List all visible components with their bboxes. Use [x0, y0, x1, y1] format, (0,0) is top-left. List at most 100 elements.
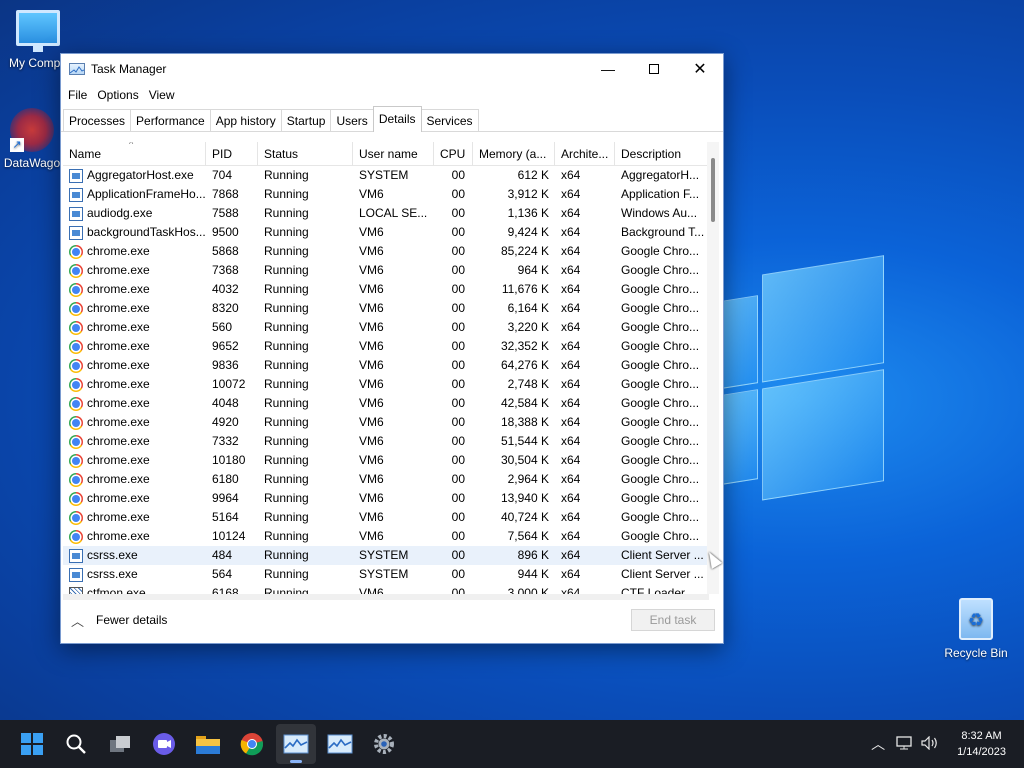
file-explorer-button[interactable]	[188, 724, 228, 764]
chrome-icon	[69, 282, 83, 297]
name-cell: backgroundTaskHos...	[63, 223, 206, 242]
status-cell: Running	[264, 510, 309, 524]
tab-details[interactable]: Details	[372, 106, 422, 132]
table-row[interactable]: audiodg.exe 7588 Running LOCAL SE... 00 1,136…	[63, 204, 719, 223]
tab-startup[interactable]: Startup	[280, 109, 332, 131]
architecture-cell: x64	[561, 168, 581, 182]
task-manager-taskbar-button[interactable]	[276, 724, 316, 764]
scrollbar-thumb[interactable]	[711, 158, 715, 222]
chrome-button[interactable]	[232, 724, 272, 764]
process-name: chrome.exe	[87, 529, 150, 543]
table-row[interactable]: chrome.exe 8320 Running VM6 00 6,164 K x64 Goog…	[63, 299, 719, 318]
table-row[interactable]: chrome.exe 9652 Running VM6 00 32,352 K x64 Goo…	[63, 337, 719, 356]
architecture-cell: x64	[561, 567, 581, 581]
title-bar[interactable]: Task Manager — ✕	[61, 54, 723, 84]
chat-button[interactable]	[144, 724, 184, 764]
desktop-icon-recycle-bin[interactable]: Recycle Bin	[938, 598, 1014, 660]
close-button[interactable]: ✕	[677, 54, 723, 84]
chrome-icon	[240, 733, 264, 756]
memory-cell: 7,564 K	[507, 529, 549, 543]
network-icon[interactable]	[891, 735, 917, 753]
status-cell: Running	[264, 567, 309, 581]
cpu-cell: 00	[451, 472, 465, 486]
menu-file[interactable]: File	[63, 88, 92, 102]
status-cell: Running	[264, 339, 309, 353]
task-manager-icon	[69, 63, 85, 75]
table-row[interactable]: chrome.exe 4048 Running VM6 00 42,584 K x64 Goo…	[63, 394, 719, 413]
minimize-button[interactable]: —	[585, 54, 631, 84]
pid-cell: 7332	[212, 434, 239, 448]
table-row[interactable]: chrome.exe 5868 Running VM6 00 85,224 K x64 Goo…	[63, 242, 719, 261]
process-name: chrome.exe	[87, 415, 150, 429]
name-cell: chrome.exe	[63, 489, 206, 508]
process-name: chrome.exe	[87, 358, 150, 372]
table-row[interactable]: chrome.exe 4920 Running VM6 00 18,388 K x64 Goo…	[63, 413, 719, 432]
table-row[interactable]: csrss.exe 484 Running SYSTEM 00 896 K x64 Clien…	[63, 546, 719, 565]
task-manager-taskbar-button-2[interactable]	[320, 724, 360, 764]
tab-app-history[interactable]: App history	[209, 109, 282, 131]
table-row[interactable]: chrome.exe 7332 Running VM6 00 51,544 K x64 Goo…	[63, 432, 719, 451]
menu-view[interactable]: View	[144, 88, 180, 102]
table-row[interactable]: ApplicationFrameHo... 7868 Running VM6 00 3,9…	[63, 185, 719, 204]
column-header-pid[interactable]: PID	[206, 142, 258, 166]
description-cell: Google Chro...	[621, 510, 700, 524]
table-row[interactable]: chrome.exe 9964 Running VM6 00 13,940 K x64 Goo…	[63, 489, 719, 508]
name-cell: chrome.exe	[63, 413, 206, 432]
table-row[interactable]: chrome.exe 10072 Running VM6 00 2,748 K x64 Goo…	[63, 375, 719, 394]
table-row[interactable]: chrome.exe 10124 Running VM6 00 7,564 K x64 Goo…	[63, 527, 719, 546]
column-header-user-name[interactable]: User name	[353, 142, 434, 166]
status-cell: Running	[264, 472, 309, 486]
menu-options[interactable]: Options	[92, 88, 143, 102]
taskbar-clock[interactable]: 8:32 AM 1/14/2023	[957, 728, 1006, 760]
architecture-cell: x64	[561, 187, 581, 201]
tab-services[interactable]: Services	[420, 109, 479, 131]
architecture-cell: x64	[561, 320, 581, 334]
table-row[interactable]: AggregatorHost.exe 704 Running SYSTEM 00 612 …	[63, 166, 719, 185]
user-name-cell: VM6	[359, 377, 384, 391]
tab-processes[interactable]: Processes	[63, 109, 132, 131]
pid-cell: 5164	[212, 510, 239, 524]
column-header-description[interactable]: Description	[615, 142, 719, 166]
volume-icon[interactable]	[917, 735, 943, 753]
start-button[interactable]	[12, 724, 52, 764]
name-cell: chrome.exe	[63, 337, 206, 356]
name-cell: chrome.exe	[63, 508, 206, 527]
architecture-cell: x64	[561, 510, 581, 524]
cpu-cell: 00	[451, 548, 465, 562]
column-header-name[interactable]: Name	[63, 142, 206, 166]
cpu-cell: 00	[451, 263, 465, 277]
maximize-button[interactable]	[631, 54, 677, 84]
table-row[interactable]: chrome.exe 5164 Running VM6 00 40,724 K x64 Goo…	[63, 508, 719, 527]
table-row[interactable]: chrome.exe 10180 Running VM6 00 30,504 K x64 Go…	[63, 451, 719, 470]
column-header-memory[interactable]: Memory (a...	[473, 142, 555, 166]
fewer-details-button[interactable]: ︿ Fewer details	[71, 611, 167, 630]
search-button[interactable]	[56, 724, 96, 764]
table-row[interactable]: backgroundTaskHos... 9500 Running VM6 00 9,42…	[63, 223, 719, 242]
column-header-architecture[interactable]: Archite...	[555, 142, 615, 166]
chrome-icon	[69, 453, 83, 468]
settings-button[interactable]	[364, 724, 404, 764]
architecture-cell: x64	[561, 396, 581, 410]
table-row[interactable]: csrss.exe 564 Running SYSTEM 00 944 K x64 Clien…	[63, 565, 719, 584]
tab-users[interactable]: Users	[330, 109, 374, 131]
table-row[interactable]: chrome.exe 6180 Running VM6 00 2,964 K x64 Goog…	[63, 470, 719, 489]
user-name-cell: VM6	[359, 415, 384, 429]
vertical-scrollbar[interactable]	[707, 142, 719, 594]
task-view-button[interactable]	[100, 724, 140, 764]
clock-time: 8:32 AM	[961, 730, 1002, 742]
cpu-cell: 00	[451, 187, 465, 201]
tab-performance[interactable]: Performance	[130, 109, 211, 131]
memory-cell: 85,224 K	[500, 244, 549, 258]
table-row[interactable]: chrome.exe 4032 Running VM6 00 11,676 K x64 Goo…	[63, 280, 719, 299]
memory-cell: 40,724 K	[500, 510, 549, 524]
cpu-cell: 00	[451, 377, 465, 391]
end-task-button[interactable]: End task	[631, 609, 715, 631]
chevron-up-icon[interactable]: ︿	[865, 734, 891, 754]
column-header-cpu[interactable]: CPU	[434, 142, 473, 166]
table-row[interactable]: ctfmon.exe 6168 Running VM6 00 3,000 K x64 CTF …	[63, 584, 719, 594]
table-row[interactable]: chrome.exe 9836 Running VM6 00 64,276 K x64 Goo…	[63, 356, 719, 375]
table-row[interactable]: chrome.exe 560 Running VM6 00 3,220 K x64 Googl…	[63, 318, 719, 337]
table-row[interactable]: chrome.exe 7368 Running VM6 00 964 K x64 Google…	[63, 261, 719, 280]
status-cell: Running	[264, 263, 309, 277]
column-header-status[interactable]: Status	[258, 142, 353, 166]
